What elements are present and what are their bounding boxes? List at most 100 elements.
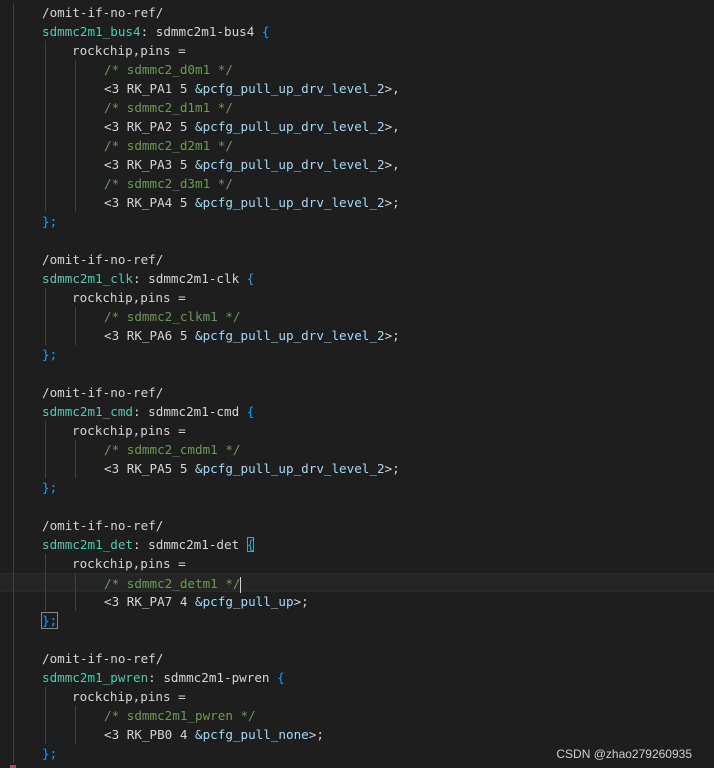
pin-terminator: >;	[308, 727, 324, 742]
pin-config-ref: &pcfg_pull_up_drv_level_2	[195, 328, 385, 343]
code-line[interactable]: };	[0, 611, 714, 630]
code-line[interactable]: /omit-if-no-ref/	[0, 649, 714, 668]
pin-comment: /* sdmmc2m1_pwren */	[104, 708, 256, 723]
code-line[interactable]: <3 RK_PB0 4 &pcfg_pull_none>;	[0, 725, 714, 744]
pin-cell: <3 RK_PB0 4	[104, 727, 195, 742]
code-line[interactable]: /* sdmmc2_d1m1 */	[0, 98, 714, 117]
property: rockchip,pins =	[72, 689, 186, 704]
pin-comment: /* sdmmc2_clkm1 */	[104, 309, 241, 324]
pin-terminator: >,	[384, 157, 400, 172]
pin-comment: /* sdmmc2_d1m1 */	[104, 100, 233, 115]
property: rockchip,pins =	[72, 290, 186, 305]
code-line[interactable]: <3 RK_PA2 5 &pcfg_pull_up_drv_level_2>,	[0, 117, 714, 136]
property: rockchip,pins =	[72, 423, 186, 438]
code-line[interactable]: sdmmc2m1_det: sdmmc2m1-det {	[0, 535, 714, 554]
pin-terminator: >,	[384, 119, 400, 134]
label-separator: :	[148, 670, 164, 685]
indent-guide	[45, 687, 46, 744]
pin-cell: <3 RK_PA6 5	[104, 328, 195, 343]
code-line[interactable]: rockchip,pins =	[0, 421, 714, 440]
indent-guide	[45, 421, 46, 478]
code-line[interactable]: /* sdmmc2m1_pwren */	[0, 706, 714, 725]
pin-config-ref: &pcfg_pull_up_drv_level_2	[195, 195, 385, 210]
node-label: sdmmc2m1_det	[42, 537, 133, 552]
pin-config-ref: &pcfg_pull_up_drv_level_2	[195, 119, 385, 134]
code-line[interactable]: sdmmc2m1_pwren: sdmmc2m1-pwren {	[0, 668, 714, 687]
code-line[interactable]: /* sdmmc2_d2m1 */	[0, 136, 714, 155]
pin-cell: <3 RK_PA4 5	[104, 195, 195, 210]
indent-guide	[75, 307, 76, 345]
code-line[interactable]: sdmmc2m1_bus4: sdmmc2m1-bus4 {	[0, 22, 714, 41]
code-line[interactable]: /omit-if-no-ref/	[0, 3, 714, 22]
code-line[interactable]: rockchip,pins =	[0, 687, 714, 706]
pin-comment: /* sdmmc2_d2m1 */	[104, 138, 233, 153]
code-line[interactable]: };	[0, 478, 714, 497]
pin-config-ref: &pcfg_pull_up	[195, 594, 294, 609]
pin-comment: /* sdmmc2_d0m1 */	[104, 62, 233, 77]
directive: /omit-if-no-ref/	[42, 518, 164, 533]
node-label: sdmmc2m1_pwren	[42, 670, 149, 685]
code-line[interactable]: sdmmc2m1_clk: sdmmc2m1-clk {	[0, 269, 714, 288]
directive: /omit-if-no-ref/	[42, 252, 164, 267]
indent-guide	[75, 440, 76, 478]
code-line[interactable]: /omit-if-no-ref/	[0, 516, 714, 535]
close-brace: };	[42, 480, 58, 495]
code-line[interactable]: /* sdmmc2_detm1 */	[0, 573, 714, 593]
pin-terminator: >;	[384, 461, 400, 476]
directive: /omit-if-no-ref/	[42, 5, 164, 20]
code-line[interactable]: /* sdmmc2_d3m1 */	[0, 174, 714, 193]
node-name: sdmmc2m1-cmd	[148, 404, 240, 419]
code-line[interactable]: <3 RK_PA1 5 &pcfg_pull_up_drv_level_2>,	[0, 79, 714, 98]
code-line[interactable]: };	[0, 345, 714, 364]
code-line[interactable]: rockchip,pins =	[0, 41, 714, 60]
pin-comment: /* sdmmc2_d3m1 */	[104, 176, 233, 191]
code-line[interactable]: /* sdmmc2_clkm1 */	[0, 307, 714, 326]
code-line[interactable]: rockchip,pins =	[0, 288, 714, 307]
watermark: CSDN @zhao279260935	[556, 747, 692, 761]
close-brace: };	[42, 214, 58, 229]
code-line[interactable]: /omit-if-no-ref/	[0, 383, 714, 402]
pin-cell: <3 RK_PA2 5	[104, 119, 195, 134]
code-line[interactable]: sdmmc2m1_cmd: sdmmc2m1-cmd {	[0, 402, 714, 421]
pin-comment: /* sdmmc2_detm1 */	[104, 576, 241, 591]
close-brace: };	[40, 612, 59, 629]
pin-terminator: >;	[293, 594, 309, 609]
code-editor[interactable]: /omit-if-no-ref/sdmmc2m1_bus4: sdmmc2m1-…	[0, 0, 714, 768]
indent-guide	[45, 288, 46, 345]
pin-config-ref: &pcfg_pull_up_drv_level_2	[195, 461, 385, 476]
open-brace: {	[277, 670, 285, 685]
indent-guide	[75, 706, 76, 744]
pin-config-ref: &pcfg_pull_up_drv_level_2	[195, 81, 385, 96]
code-line[interactable]: <3 RK_PA6 5 &pcfg_pull_up_drv_level_2>;	[0, 326, 714, 345]
code-line[interactable]: <3 RK_PA7 4 &pcfg_pull_up>;	[0, 592, 714, 611]
directive: /omit-if-no-ref/	[42, 385, 164, 400]
code-line[interactable]: <3 RK_PA4 5 &pcfg_pull_up_drv_level_2>;	[0, 193, 714, 212]
indent-guide	[75, 60, 76, 212]
code-line[interactable]: /* sdmmc2_cmdm1 */	[0, 440, 714, 459]
pin-comment: /* sdmmc2_cmdm1 */	[104, 442, 241, 457]
directive: /omit-if-no-ref/	[42, 651, 164, 666]
open-brace: {	[246, 537, 255, 552]
pin-cell: <3 RK_PA5 5	[104, 461, 195, 476]
code-line[interactable]: };	[0, 212, 714, 231]
label-separator: :	[133, 404, 149, 419]
label-separator: :	[133, 271, 149, 286]
pin-terminator: >;	[384, 328, 400, 343]
code-line[interactable]: <3 RK_PA5 5 &pcfg_pull_up_drv_level_2>;	[0, 459, 714, 478]
open-brace: {	[246, 404, 255, 419]
pin-cell: <3 RK_PA1 5	[104, 81, 195, 96]
open-brace: {	[246, 271, 255, 286]
indent-guide	[45, 41, 46, 212]
label-separator: :	[133, 537, 149, 552]
node-name: sdmmc2m1-det	[148, 537, 240, 552]
pin-terminator: >;	[384, 195, 400, 210]
code-line[interactable]: /* sdmmc2_d0m1 */	[0, 60, 714, 79]
pin-config-ref: &pcfg_pull_none	[195, 727, 309, 742]
code-line[interactable]: /omit-if-no-ref/	[0, 250, 714, 269]
code-line[interactable]: rockchip,pins =	[0, 554, 714, 573]
code-line[interactable]: <3 RK_PA3 5 &pcfg_pull_up_drv_level_2>,	[0, 155, 714, 174]
